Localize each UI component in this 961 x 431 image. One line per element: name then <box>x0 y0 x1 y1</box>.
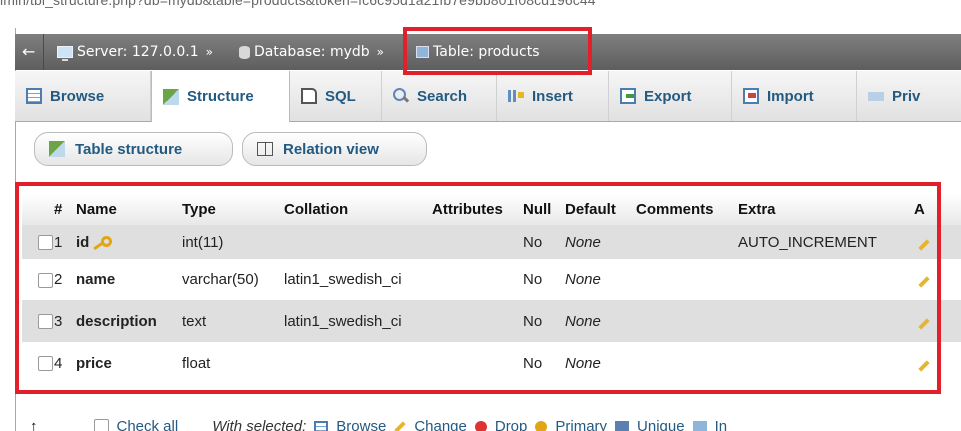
index-icon <box>692 420 707 431</box>
tab-import[interactable]: Import <box>732 71 857 121</box>
tab-sql-label: SQL <box>325 87 356 105</box>
breadcrumb-server[interactable]: Server: 127.0.0.1 » <box>57 34 216 70</box>
insert-icon <box>508 88 524 104</box>
up-arrow-icon: ↑ <box>30 418 38 431</box>
bulk-change-button[interactable]: Change <box>414 418 467 431</box>
import-icon <box>743 88 759 104</box>
sql-icon <box>301 88 317 104</box>
database-icon <box>239 45 250 59</box>
breadcrumb-separator: » <box>376 45 385 59</box>
breadcrumb-database[interactable]: Database: mydb » <box>239 34 387 70</box>
tab-structure-label: Structure <box>187 88 254 105</box>
tab-insert[interactable]: Insert <box>497 71 609 121</box>
table-name-highlight <box>403 27 592 75</box>
bulk-actions-bar: ↑ Check all With selected: Browse Change… <box>30 411 961 431</box>
relation-view-label: Relation view <box>283 140 379 158</box>
structure-highlight <box>15 182 941 394</box>
structure-icon <box>49 141 65 157</box>
address-bar[interactable]: lmin/tbl_structure.php?db=mydb&table=pro… <box>0 0 961 28</box>
tab-search[interactable]: Search <box>382 71 497 121</box>
tab-browse-label: Browse <box>50 87 105 105</box>
tab-insert-label: Insert <box>532 87 573 105</box>
tab-privileges[interactable]: Priv <box>857 71 961 121</box>
tab-export-label: Export <box>644 87 692 105</box>
tab-sql[interactable]: SQL <box>290 71 382 121</box>
check-all-label[interactable]: Check all <box>117 418 179 431</box>
table-structure-button[interactable]: Table structure <box>34 132 233 166</box>
table-structure-label: Table structure <box>75 140 183 158</box>
back-arrow-icon: ← <box>22 42 36 61</box>
bulk-unique-button[interactable]: Unique <box>637 418 685 431</box>
bulk-primary-button[interactable]: Primary <box>555 418 607 431</box>
breadcrumb-server-label: Server: 127.0.0.1 <box>77 44 199 60</box>
tab-bar: Browse Structure SQL Search Insert Expor… <box>15 71 961 122</box>
structure-icon <box>163 88 179 105</box>
browse-icon <box>314 420 329 431</box>
pencil-icon <box>394 420 406 431</box>
bulk-index-button[interactable]: In <box>715 418 728 431</box>
tab-privileges-label: Priv <box>892 87 921 105</box>
tab-browse[interactable]: Browse <box>15 71 151 121</box>
drop-icon <box>474 420 487 431</box>
privileges-icon <box>868 88 884 104</box>
breadcrumb-database-label: Database: mydb <box>254 44 370 60</box>
check-all-checkbox[interactable] <box>93 419 109 431</box>
search-icon <box>393 88 409 104</box>
primary-key-icon <box>535 420 548 431</box>
tab-structure[interactable]: Structure <box>151 71 290 122</box>
export-icon <box>620 88 636 104</box>
browse-icon <box>26 88 42 104</box>
relation-icon <box>257 142 273 156</box>
with-selected-label: With selected: <box>212 418 307 431</box>
bulk-drop-button[interactable]: Drop <box>495 418 528 431</box>
bulk-browse-button[interactable]: Browse <box>336 418 386 431</box>
server-icon <box>57 46 73 61</box>
tab-search-label: Search <box>417 87 468 105</box>
relation-view-button[interactable]: Relation view <box>242 132 427 166</box>
tab-export[interactable]: Export <box>609 71 732 121</box>
unique-icon <box>615 420 630 431</box>
url-text: lmin/tbl_structure.php?db=mydb&table=pro… <box>0 0 596 8</box>
collapse-navigation-button[interactable]: ← <box>15 34 44 70</box>
tab-import-label: Import <box>767 87 814 105</box>
breadcrumb-separator: » <box>205 45 213 59</box>
